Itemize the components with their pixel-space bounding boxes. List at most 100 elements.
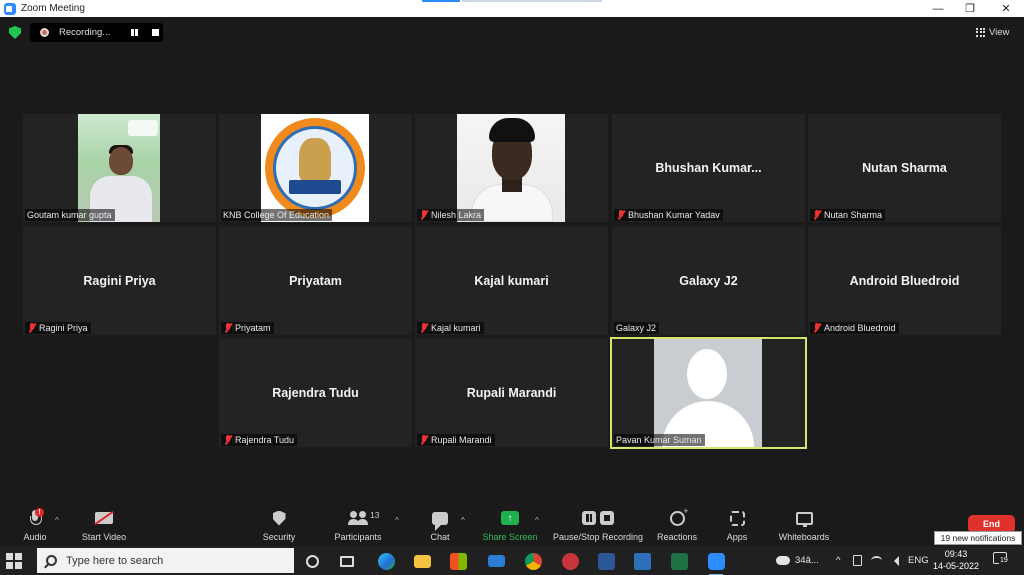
- wifi-icon[interactable]: [871, 546, 882, 575]
- cortana-icon[interactable]: [301, 550, 323, 572]
- app-icon-media[interactable]: [631, 550, 653, 572]
- start-video-button[interactable]: Start Video: [78, 504, 130, 546]
- participant-display-name: Nutan Sharma: [862, 161, 947, 175]
- stop-icon: [600, 511, 614, 525]
- excel-icon[interactable]: [668, 550, 690, 572]
- add-reaction-icon: [669, 506, 689, 526]
- participant-display-name: Android Bluedroid: [849, 274, 960, 288]
- security-shield-icon: [272, 510, 286, 526]
- participant-tile[interactable]: KNB College Of Education: [219, 114, 412, 222]
- task-view-icon[interactable]: [336, 550, 358, 572]
- participant-name-label: Nutan Sharma: [810, 209, 886, 221]
- participant-tile[interactable]: Bhushan Kumar... Bhushan Kumar Yadav: [612, 114, 805, 222]
- muted-mic-icon: [419, 323, 429, 333]
- participant-tile[interactable]: Kajal kumari Kajal kumari: [415, 227, 608, 335]
- muted-mic-icon: [27, 323, 37, 333]
- edge-browser-icon[interactable]: [375, 550, 397, 572]
- action-center-icon[interactable]: 19: [991, 551, 1011, 569]
- title-bar: Zoom Meeting — ❐ ✕: [0, 0, 1024, 17]
- college-logo-image: [261, 114, 369, 222]
- encryption-shield-icon[interactable]: [9, 26, 21, 39]
- cloud-icon: [776, 556, 790, 565]
- show-hidden-icons-button[interactable]: ^: [836, 546, 840, 575]
- participant-name-label: Rupali Marandi: [417, 434, 495, 446]
- zoom-meeting-window: Zoom Meeting — ❐ ✕ Recording... View Gou…: [0, 0, 1024, 575]
- participant-display-name: Rupali Marandi: [466, 386, 557, 400]
- taskbar-search-box[interactable]: [37, 548, 294, 573]
- stop-recording-icon[interactable]: [152, 29, 159, 36]
- participant-name-label: KNB College Of Education: [221, 209, 333, 221]
- muted-mic-icon: [812, 323, 822, 333]
- microsoft-store-icon[interactable]: [447, 550, 469, 572]
- taskbar-clock[interactable]: 09:43 14-05-2022: [926, 548, 986, 572]
- taskbar-search-input[interactable]: [66, 554, 286, 567]
- minimize-button[interactable]: —: [922, 0, 954, 17]
- apps-button[interactable]: Apps: [722, 504, 752, 546]
- participants-options-chevron-icon[interactable]: ^: [395, 516, 403, 525]
- app-icon-ninja[interactable]: [559, 550, 581, 572]
- participant-tile-active-speaker[interactable]: Pavan Kumar Suman: [610, 337, 807, 449]
- audio-options-chevron-icon[interactable]: ^: [55, 516, 63, 525]
- clock-time: 09:43: [944, 549, 968, 559]
- participant-display-name: Ragini Priya: [83, 274, 156, 288]
- security-button[interactable]: Security: [258, 504, 300, 546]
- file-explorer-icon[interactable]: [411, 550, 433, 572]
- participant-tile[interactable]: Nilesh Lakra: [415, 114, 608, 222]
- meeting-toolbar: Audio ! ^ Start Video Security Participa…: [0, 504, 1024, 546]
- zoom-logo-icon: [4, 2, 16, 15]
- participant-tile[interactable]: Rajendra Tudu Rajendra Tudu: [219, 339, 412, 447]
- muted-mic-icon: [419, 435, 429, 445]
- chat-options-chevron-icon[interactable]: ^: [461, 516, 469, 525]
- chat-bubble-icon: [432, 511, 448, 531]
- participant-tile[interactable]: Priyatam Priyatam: [219, 227, 412, 335]
- participant-tile[interactable]: Rupali Marandi Rupali Marandi: [415, 339, 608, 447]
- close-button[interactable]: ✕: [990, 0, 1022, 17]
- whiteboards-button[interactable]: Whiteboards: [776, 504, 832, 546]
- view-button[interactable]: View: [976, 24, 1009, 40]
- mail-icon[interactable]: [485, 550, 507, 572]
- pause-stop-recording-button[interactable]: Pause/Stop Recording: [552, 504, 644, 546]
- participant-name-label: Goutam kumar gupta: [25, 209, 115, 221]
- muted-mic-icon: [223, 435, 233, 445]
- weather-text: 34â...: [795, 555, 819, 566]
- share-screen-button[interactable]: ↑ Share Screen: [482, 504, 538, 546]
- participant-display-name: Kajal kumari: [474, 274, 549, 288]
- participant-display-name: Galaxy J2: [679, 274, 738, 288]
- participant-tile[interactable]: Galaxy J2 Galaxy J2: [612, 227, 805, 335]
- share-options-chevron-icon[interactable]: ^: [535, 516, 543, 525]
- windows-start-icon[interactable]: [6, 553, 22, 569]
- participant-name-label: Pavan Kumar Suman: [614, 434, 705, 446]
- clock-date: 14-05-2022: [932, 561, 980, 571]
- restore-button[interactable]: ❐: [954, 0, 986, 17]
- participant-photo: [457, 114, 565, 222]
- participant-display-name: Priyatam: [289, 274, 342, 288]
- participant-tile[interactable]: Nutan Sharma Nutan Sharma: [808, 114, 1001, 222]
- chat-button[interactable]: Chat: [425, 504, 455, 546]
- volume-icon[interactable]: [889, 546, 899, 575]
- participant-name-label: Android Bluedroid: [810, 322, 899, 334]
- windows-taskbar: 34â... ^ ENG 09:43 14-05-2022 19: [0, 546, 1024, 575]
- chrome-icon[interactable]: [522, 550, 544, 572]
- recording-dot-icon: [40, 28, 49, 37]
- participant-display-name: Bhushan Kumar...: [655, 161, 762, 175]
- video-off-icon: [95, 512, 113, 524]
- pause-recording-icon[interactable]: [130, 28, 139, 37]
- reactions-button[interactable]: Reactions: [655, 504, 699, 546]
- participant-tile[interactable]: Android Bluedroid Android Bluedroid: [808, 227, 1001, 335]
- apps-icon: [729, 510, 745, 526]
- participant-name-label: Ragini Priya: [25, 322, 91, 334]
- weather-widget[interactable]: 34â...: [776, 546, 819, 575]
- word-icon[interactable]: [595, 550, 617, 572]
- participant-tile[interactable]: Goutam kumar gupta: [23, 114, 216, 222]
- participant-video: [78, 114, 160, 222]
- title-accent-2: [462, 0, 602, 2]
- notification-count: 19: [999, 557, 1009, 564]
- participants-count: 13: [370, 510, 380, 520]
- search-icon: [46, 555, 57, 566]
- notifications-tooltip: 19 new notifications: [934, 531, 1022, 545]
- participants-icon: [348, 511, 368, 525]
- zoom-taskbar-icon[interactable]: [705, 550, 727, 575]
- title-accent: [422, 0, 460, 2]
- participant-tile[interactable]: Ragini Priya Ragini Priya: [23, 227, 216, 335]
- pen-workspace-icon[interactable]: [853, 546, 862, 575]
